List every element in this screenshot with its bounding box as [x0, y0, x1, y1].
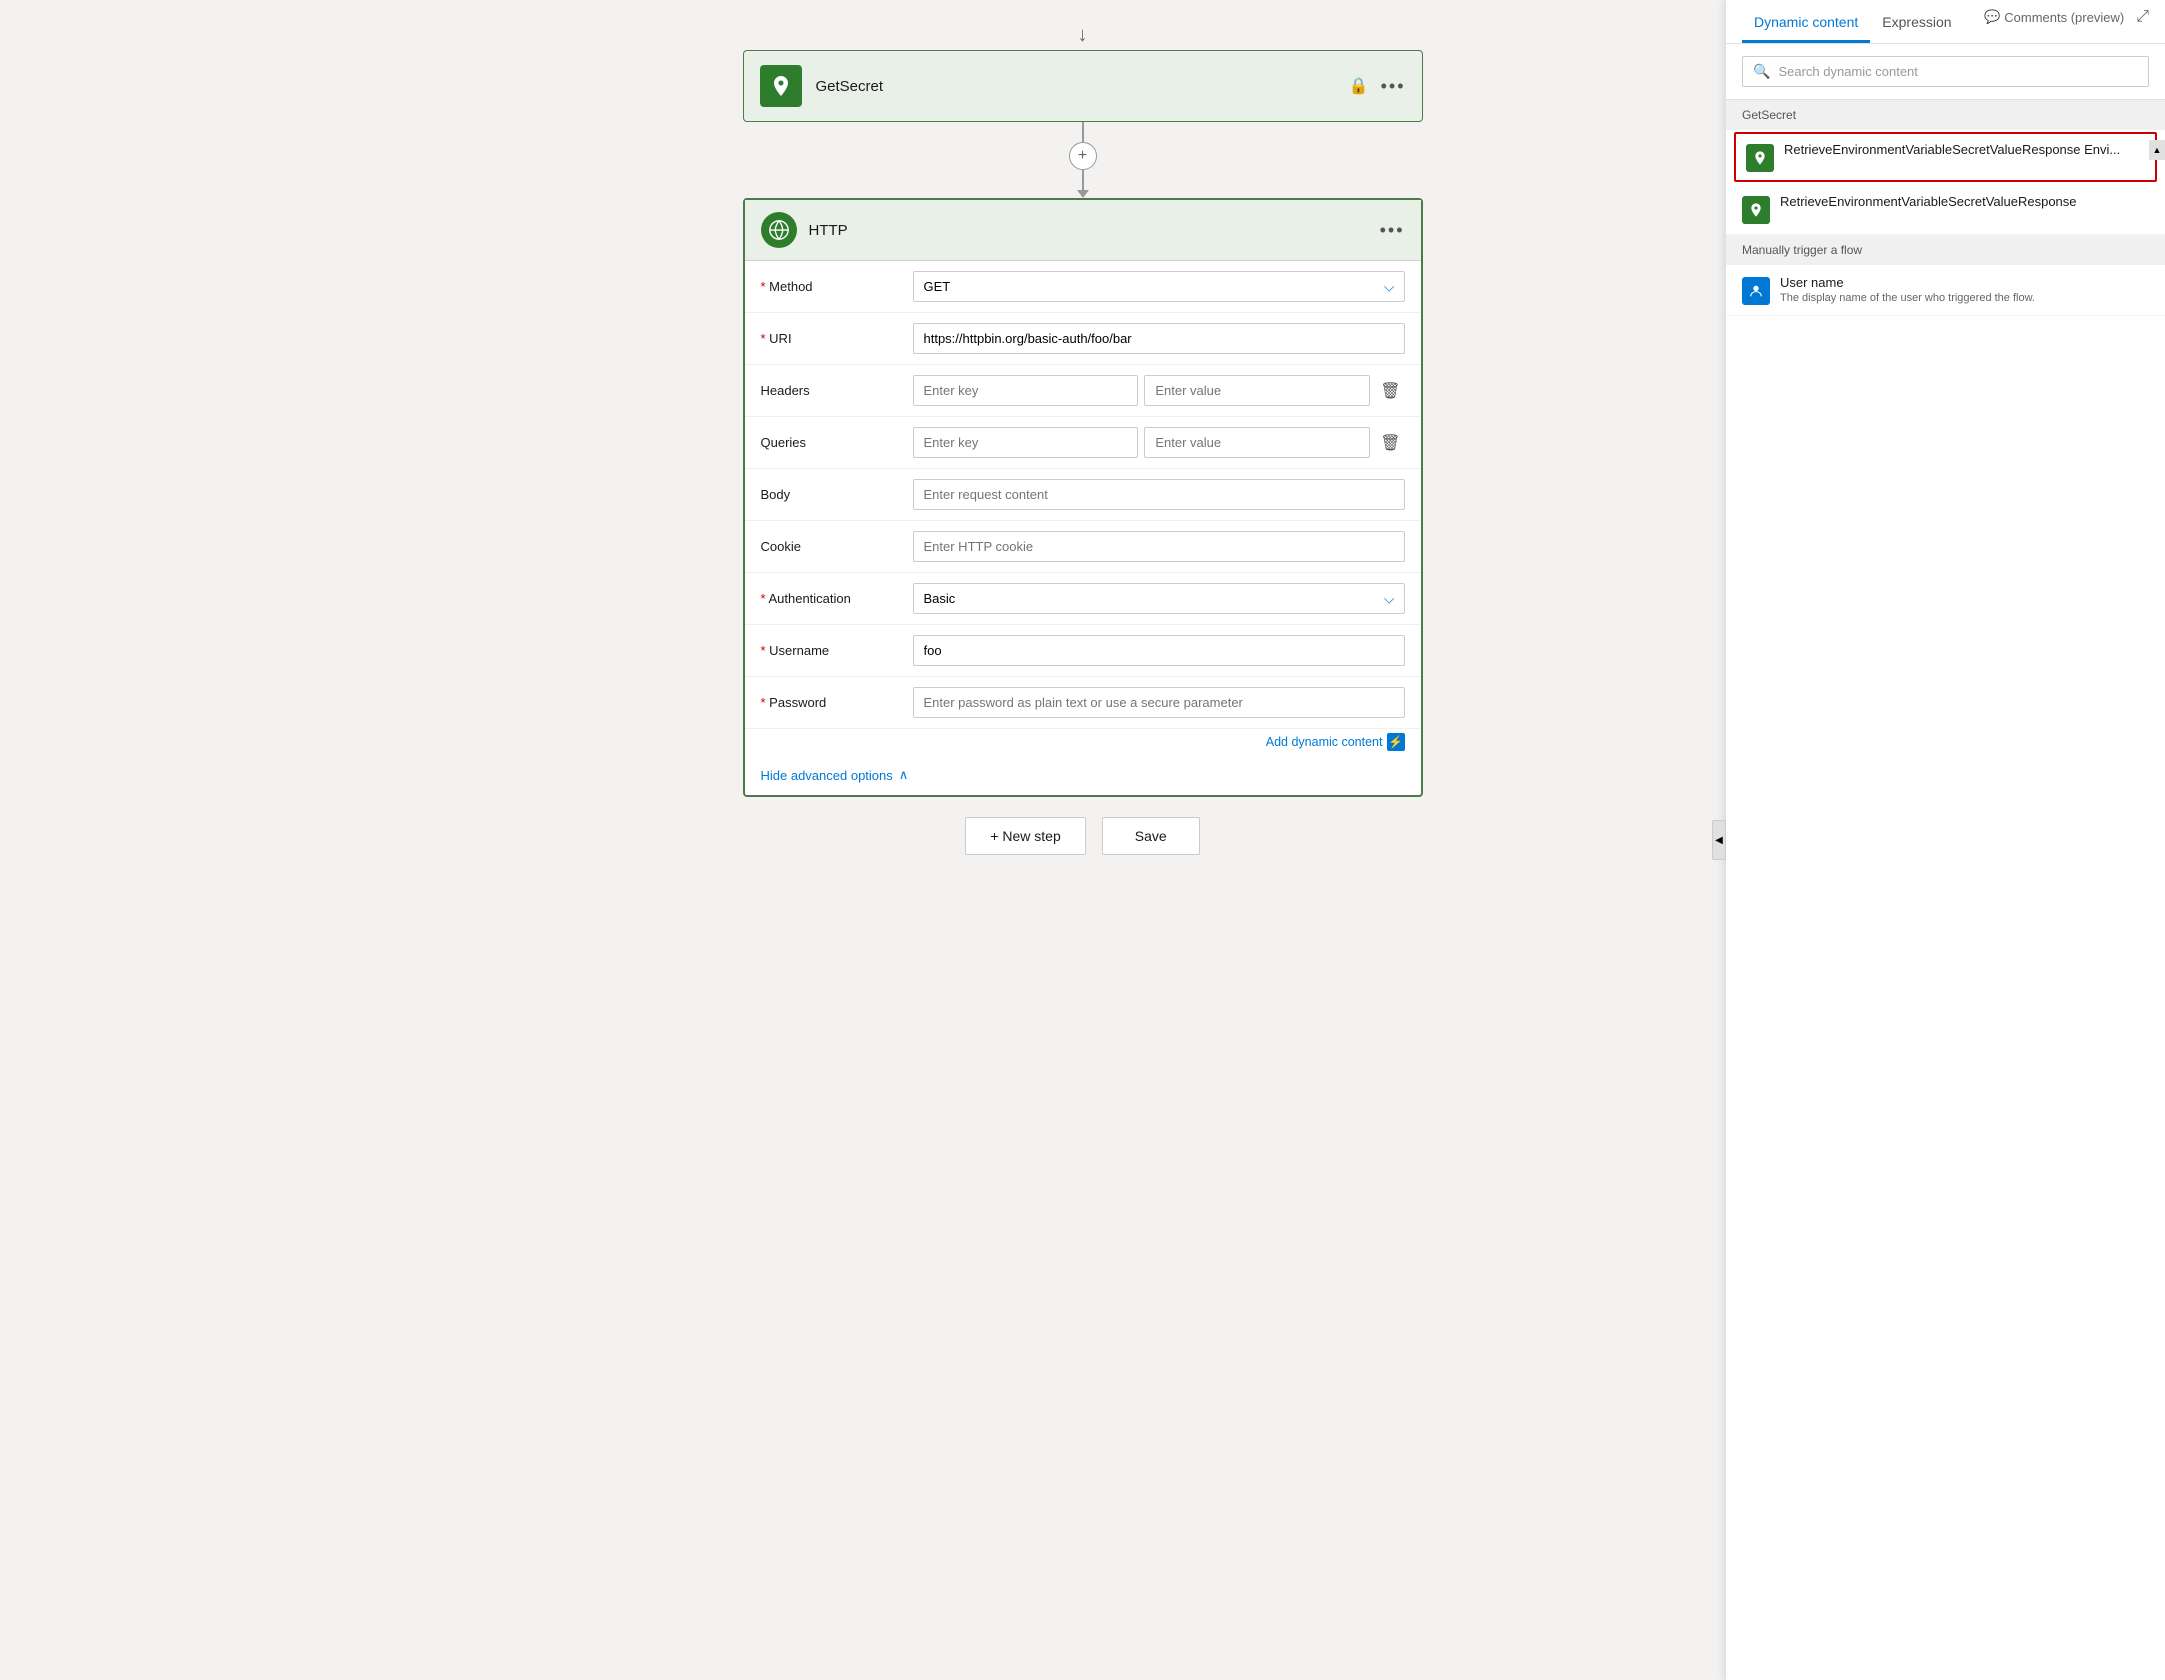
get-secret-block[interactable]: GetSecret 🔒 ••• — [743, 50, 1423, 122]
username-row: Username — [745, 625, 1421, 677]
tab-expression[interactable]: Expression — [1870, 0, 1963, 43]
lock-icon[interactable]: 🔒 — [1349, 76, 1369, 96]
add-dynamic-content-link[interactable]: Add dynamic content — [1266, 735, 1383, 749]
queries-value-input[interactable] — [1144, 427, 1370, 458]
connector-line-2 — [1082, 170, 1084, 190]
new-step-button[interactable]: + New step — [965, 817, 1085, 855]
headers-key-input[interactable] — [913, 375, 1139, 406]
top-bar: 💬 Comments (preview) ⤢ — [1968, 0, 2165, 34]
section-getsecret: GetSecret — [1726, 100, 2165, 130]
search-dynamic-content-input[interactable] — [1778, 64, 2138, 79]
cookie-control — [913, 531, 1405, 562]
arrow-above-getsecret: ↓ — [1078, 20, 1088, 50]
get-secret-title: GetSecret — [816, 78, 1349, 95]
dynamic-item-icon-2 — [1742, 196, 1770, 224]
method-label: Method — [761, 271, 901, 294]
dynamic-item-3[interactable]: User name The display name of the user w… — [1726, 265, 2165, 316]
auth-select-wrapper: None Basic Client Certificate Active Dir… — [913, 583, 1405, 614]
method-row: Method GET POST PUT PATCH DELETE ⌵ — [745, 261, 1421, 313]
uri-control — [913, 323, 1405, 354]
password-input[interactable] — [913, 687, 1405, 718]
queries-control: 🗑 — [913, 427, 1405, 458]
dynamic-item-icon-1 — [1746, 144, 1774, 172]
body-control — [913, 479, 1405, 510]
dynamic-item-2[interactable]: RetrieveEnvironmentVariableSecretValueRe… — [1726, 184, 2165, 235]
more-icon-getsecret[interactable]: ••• — [1381, 76, 1406, 97]
uri-label: URI — [761, 323, 901, 346]
password-row: Password — [745, 677, 1421, 729]
headers-delete-button[interactable]: 🗑 — [1376, 377, 1404, 405]
auth-select[interactable]: None Basic Client Certificate Active Dir… — [913, 583, 1405, 614]
auth-row: Authentication None Basic Client Certifi… — [745, 573, 1421, 625]
queries-row: Queries 🗑 — [745, 417, 1421, 469]
connector-plus: + — [1069, 122, 1097, 198]
http-body: Method GET POST PUT PATCH DELETE ⌵ — [745, 261, 1421, 795]
add-dynamic-icon[interactable]: ⚡ — [1387, 733, 1405, 751]
http-icon — [761, 212, 797, 248]
queries-delete-button[interactable]: 🗑 — [1376, 429, 1404, 457]
save-button[interactable]: Save — [1102, 817, 1200, 855]
comments-button[interactable]: 💬 Comments (preview) — [1984, 9, 2124, 25]
queries-key-input[interactable] — [913, 427, 1139, 458]
scroll-up-button[interactable]: ▲ — [2149, 140, 2165, 160]
method-control: GET POST PUT PATCH DELETE ⌵ — [913, 271, 1405, 302]
body-row: Body — [745, 469, 1421, 521]
headers-control: 🗑 — [913, 375, 1405, 406]
headers-value-input[interactable] — [1144, 375, 1370, 406]
http-header: HTTP ••• — [745, 200, 1421, 261]
hide-advanced-label: Hide advanced options — [761, 768, 893, 783]
add-dynamic-content-row: Add dynamic content ⚡ — [745, 729, 1421, 755]
comment-icon: 💬 — [1984, 9, 2000, 25]
headers-row: Headers 🗑 — [745, 365, 1421, 417]
queries-inputs: 🗑 — [913, 427, 1405, 458]
body-input[interactable] — [913, 479, 1405, 510]
panel-collapse-button[interactable]: ◀ — [1712, 820, 1726, 860]
search-icon: 🔍 — [1753, 63, 1770, 80]
get-secret-icon — [760, 65, 802, 107]
uri-row: URI — [745, 313, 1421, 365]
cookie-label: Cookie — [761, 531, 901, 554]
password-control — [913, 687, 1405, 718]
body-label: Body — [761, 479, 901, 502]
search-input-wrapper: 🔍 — [1742, 56, 2149, 87]
username-label: Username — [761, 635, 901, 658]
panel-content: GetSecret RetrieveEnvironmentVariableSec… — [1726, 100, 2165, 1680]
tab-dynamic-content[interactable]: Dynamic content — [1742, 0, 1870, 43]
headers-inputs: 🗑 — [913, 375, 1405, 406]
auth-control: None Basic Client Certificate Active Dir… — [913, 583, 1405, 614]
http-title: HTTP — [809, 222, 1380, 239]
password-label: Password — [761, 687, 901, 710]
add-step-circle[interactable]: + — [1069, 142, 1097, 170]
queries-label: Queries — [761, 427, 901, 450]
search-box: 🔍 — [1726, 44, 2165, 100]
section-manually-trigger: Manually trigger a flow — [1726, 235, 2165, 265]
cookie-row: Cookie — [745, 521, 1421, 573]
comments-label: Comments (preview) — [2004, 10, 2124, 25]
dynamic-item-text-3: User name The display name of the user w… — [1780, 275, 2149, 304]
dynamic-item-icon-3 — [1742, 277, 1770, 305]
headers-label: Headers — [761, 375, 901, 398]
hide-advanced-options-button[interactable]: Hide advanced options ∧ — [745, 755, 1421, 795]
username-input[interactable] — [913, 635, 1405, 666]
get-secret-actions: 🔒 ••• — [1349, 76, 1406, 97]
http-block: HTTP ••• Method GET POST PUT PATCH DELET… — [743, 198, 1423, 797]
expand-icon[interactable]: ⤢ — [2136, 8, 2149, 26]
dynamic-item-text-2: RetrieveEnvironmentVariableSecretValueRe… — [1780, 194, 2149, 209]
method-select[interactable]: GET POST PUT PATCH DELETE — [913, 271, 1405, 302]
dynamic-item-1[interactable]: RetrieveEnvironmentVariableSecretValueRe… — [1734, 132, 2157, 182]
auth-label: Authentication — [761, 583, 901, 606]
more-icon-http[interactable]: ••• — [1380, 220, 1405, 241]
dynamic-item-text-1: RetrieveEnvironmentVariableSecretValueRe… — [1784, 142, 2145, 157]
dynamic-content-panel: ◀ Dynamic content Expression 🔍 ▲ GetSecr… — [1725, 0, 2165, 1680]
method-select-wrapper: GET POST PUT PATCH DELETE ⌵ — [913, 271, 1405, 302]
username-control — [913, 635, 1405, 666]
connector-line-1 — [1082, 122, 1084, 142]
cookie-input[interactable] — [913, 531, 1405, 562]
arrow-tip — [1077, 190, 1089, 198]
bottom-actions: + New step Save — [965, 817, 1199, 855]
uri-input[interactable] — [913, 323, 1405, 354]
chevron-up-icon: ∧ — [899, 767, 909, 783]
